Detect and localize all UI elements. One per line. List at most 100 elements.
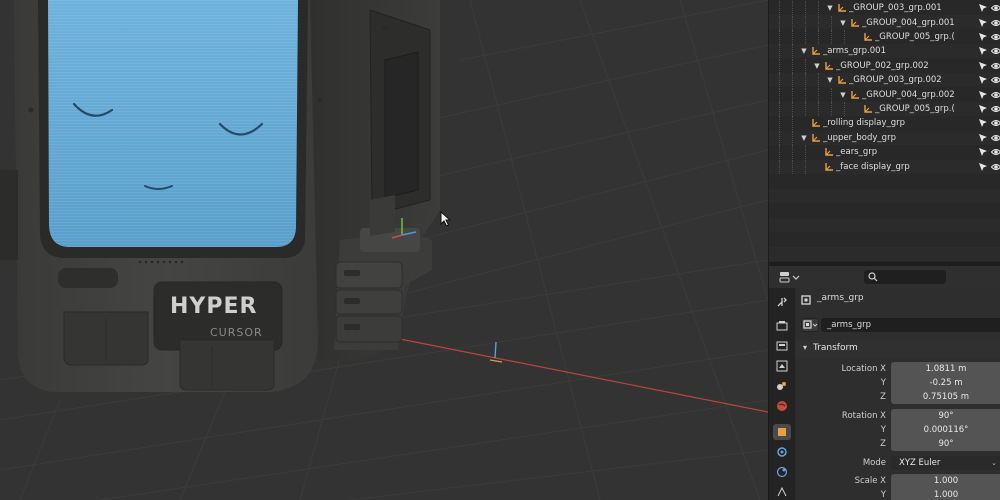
tree-guide-line	[779, 145, 780, 159]
selectable-arrow-icon[interactable]	[978, 133, 988, 143]
tree-guide-line	[792, 59, 793, 73]
tab-modifiers[interactable]	[773, 444, 791, 460]
outliner-row[interactable]: ▼ _GROUP_003_grp.001	[769, 1, 1000, 15]
tab-world[interactable]	[773, 398, 791, 414]
location-y-field[interactable]: -0.25 m	[891, 376, 1000, 390]
selectable-arrow-icon[interactable]	[978, 75, 988, 85]
search-icon	[868, 272, 878, 282]
selectable-arrow-icon[interactable]	[978, 90, 988, 100]
tab-object[interactable]	[773, 424, 791, 440]
outliner-row[interactable]: ▼ _arms_grp.001	[769, 44, 1000, 58]
properties-search-field[interactable]	[864, 270, 946, 284]
tab-render[interactable]	[773, 318, 791, 334]
outliner-row[interactable]: ▼ _GROUP_003_grp.002	[769, 73, 1000, 87]
physics-icon	[776, 466, 788, 478]
rotation-x-field[interactable]: 90°	[891, 409, 1000, 423]
selectable-arrow-icon[interactable]	[978, 46, 988, 56]
tree-guide-line	[792, 16, 793, 30]
location-y-label: Y	[880, 378, 886, 388]
rotation-z-field[interactable]: 90°	[891, 437, 1000, 451]
eye-icon[interactable]	[991, 133, 1000, 143]
outliner-row[interactable]: ▼ _upper_body_grp	[769, 131, 1000, 145]
selectable-arrow-icon[interactable]	[978, 3, 988, 13]
tree-guide-line	[844, 30, 845, 44]
selectable-arrow-icon[interactable]	[978, 61, 988, 71]
eye-icon[interactable]	[991, 118, 1000, 128]
empty-axes-icon	[864, 33, 872, 41]
object-name-field[interactable]: _arms_grp	[821, 318, 1000, 332]
chevron-down-icon: ▾	[803, 343, 808, 352]
location-x-field[interactable]: 1.0811 m	[891, 362, 1000, 376]
expand-arrow-icon[interactable]: ▼	[825, 73, 835, 87]
outliner-row[interactable]: _face display_grp	[769, 160, 1000, 174]
expand-arrow-icon[interactable]: ▼	[812, 59, 822, 73]
empty-axes-icon	[838, 4, 846, 12]
constraints-icon	[777, 486, 787, 497]
tree-guide-line	[792, 73, 793, 87]
expand-arrow-icon[interactable]: ▼	[799, 131, 809, 145]
selectable-arrow-icon[interactable]	[978, 104, 988, 114]
eye-icon[interactable]	[991, 32, 1000, 42]
eye-icon[interactable]	[991, 104, 1000, 114]
empty-axes-icon	[812, 134, 820, 142]
outliner-row[interactable]: _ears_grp	[769, 145, 1000, 159]
outliner-row[interactable]: _rolling display_grp	[769, 116, 1000, 130]
eye-icon[interactable]	[991, 18, 1000, 28]
rotation-y-row: Y 0.000116°	[795, 423, 1000, 437]
selectable-arrow-icon[interactable]	[978, 32, 988, 42]
tree-guide-line	[831, 88, 832, 102]
outliner-row[interactable]: ▼ _GROUP_002_grp.002	[769, 59, 1000, 73]
location-z-field[interactable]: 0.75105 m	[891, 390, 1000, 404]
object-name-label: _arms_grp	[817, 293, 864, 303]
outliner-row[interactable]: ▼ _GROUP_004_grp.002	[769, 88, 1000, 102]
tree-guide-line	[805, 102, 806, 116]
selectable-arrow-icon[interactable]	[978, 162, 988, 172]
tab-scene[interactable]	[773, 378, 791, 394]
outliner-row-background	[769, 174, 1000, 188]
logo-text-hyper: HYPER	[170, 294, 257, 319]
expand-arrow-icon[interactable]: ▼	[838, 88, 848, 102]
tree-guide-line	[818, 30, 819, 44]
scale-x-field[interactable]: 1.000	[891, 474, 1000, 488]
selectable-arrow-icon[interactable]	[978, 147, 988, 157]
tree-guide-line	[792, 131, 793, 145]
3d-viewport[interactable]: HYPER CURSOR	[0, 0, 768, 500]
tab-view-layer[interactable]	[773, 358, 791, 374]
object-type-dropdown[interactable]	[801, 318, 819, 332]
eye-icon[interactable]	[991, 61, 1000, 71]
eye-icon[interactable]	[991, 3, 1000, 13]
object-type-icon	[803, 320, 818, 329]
outliner-row[interactable]: ▼ _GROUP_004_grp.001	[769, 16, 1000, 30]
editor-type-icon[interactable]	[779, 271, 801, 283]
rotation-mode-dropdown[interactable]: XYZ Euler ⌄	[891, 456, 1000, 470]
eye-icon[interactable]	[991, 147, 1000, 157]
eye-icon[interactable]	[991, 90, 1000, 100]
expand-arrow-icon[interactable]: ▼	[838, 16, 848, 30]
tree-guide-line	[805, 16, 806, 30]
selectable-arrow-icon[interactable]	[978, 118, 988, 128]
tree-guide-line	[831, 102, 832, 116]
tree-guide-line	[844, 102, 845, 116]
rotation-y-field[interactable]: 0.000116°	[891, 423, 1000, 437]
tab-output[interactable]	[773, 338, 791, 354]
transform-panel-header[interactable]: ▾ Transform	[795, 340, 1000, 358]
tab-tool[interactable]	[773, 294, 791, 310]
x-axis-line	[394, 337, 768, 413]
tab-constraints[interactable]	[773, 484, 791, 500]
expand-arrow-icon[interactable]: ▼	[825, 1, 835, 15]
selectable-arrow-icon[interactable]	[978, 18, 988, 28]
tree-guide-line	[792, 116, 793, 130]
tree-guide-line	[792, 1, 793, 15]
expand-arrow-icon[interactable]: ▼	[799, 44, 809, 58]
eye-icon[interactable]	[991, 162, 1000, 172]
eye-icon[interactable]	[991, 75, 1000, 85]
outliner-row[interactable]: _GROUP_005_grp.(	[769, 102, 1000, 116]
scale-y-field[interactable]: 1.000	[891, 488, 1000, 500]
tab-physics[interactable]	[773, 464, 791, 480]
tree-guide-line	[779, 131, 780, 145]
eye-icon[interactable]	[991, 46, 1000, 56]
outliner-row[interactable]: _GROUP_005_grp.(	[769, 30, 1000, 44]
outliner-panel[interactable]: ▼ _GROUP_003_grp.001 ▼ _GROUP_004_grp.001 _G…	[769, 0, 1000, 262]
tree-guide-line	[779, 102, 780, 116]
tree-guide-line	[792, 44, 793, 58]
